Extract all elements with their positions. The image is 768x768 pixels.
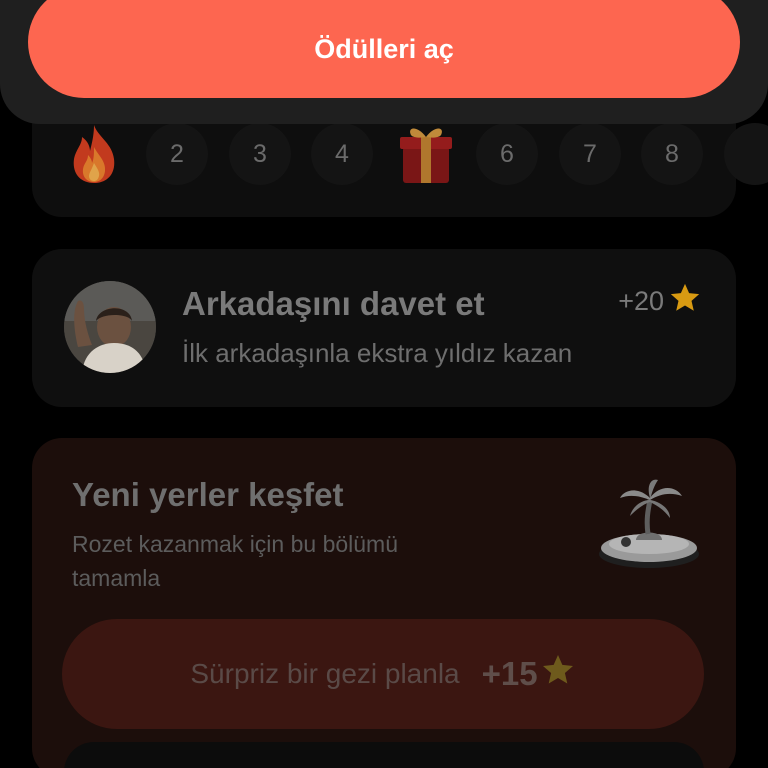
explore-subtitle: Rozet kazanmak için bu bölümü tamamla: [72, 531, 398, 591]
streak-day: 7: [559, 123, 621, 185]
plan-trip-label: Sürpriz bir gezi planla: [190, 658, 460, 689]
plan-trip-points: +15: [481, 655, 538, 692]
invite-points: +20: [618, 286, 664, 316]
gift-icon: [399, 123, 453, 190]
star-icon: [540, 652, 576, 696]
open-rewards-label: Ödülleri aç: [314, 33, 454, 64]
streak-day: 3: [229, 123, 291, 185]
plan-trip-points-badge: +15: [482, 652, 576, 696]
next-card: [64, 742, 704, 768]
streak-day: 2: [146, 123, 208, 185]
invite-subtitle: İlk arkadaşınla ekstra yıldız kazan: [182, 338, 573, 368]
streak-day: 6: [476, 123, 538, 185]
island-badge-icon: [596, 476, 702, 577]
star-icon: [668, 281, 702, 322]
invite-points-badge: +20: [618, 281, 702, 322]
streak-day: 8: [641, 123, 703, 185]
streak-day: 4: [311, 123, 373, 185]
streak-row: 2 3 4 6 7 8: [0, 123, 768, 185]
streak-day-partial: [724, 123, 768, 185]
avatar: [64, 281, 156, 373]
explore-title: Yeni yerler keşfet: [72, 476, 344, 513]
invite-title: Arkadaşını davet et: [182, 285, 485, 322]
fire-icon: [68, 123, 120, 190]
explore-card: Yeni yerler keşfet Rozet kazanmak için b…: [32, 438, 736, 768]
invite-friend-card[interactable]: Arkadaşını davet et İlk arkadaşınla ekst…: [32, 249, 736, 407]
plan-trip-button[interactable]: Sürpriz bir gezi planla +15: [62, 619, 704, 729]
open-rewards-button[interactable]: Ödülleri aç: [28, 0, 740, 98]
